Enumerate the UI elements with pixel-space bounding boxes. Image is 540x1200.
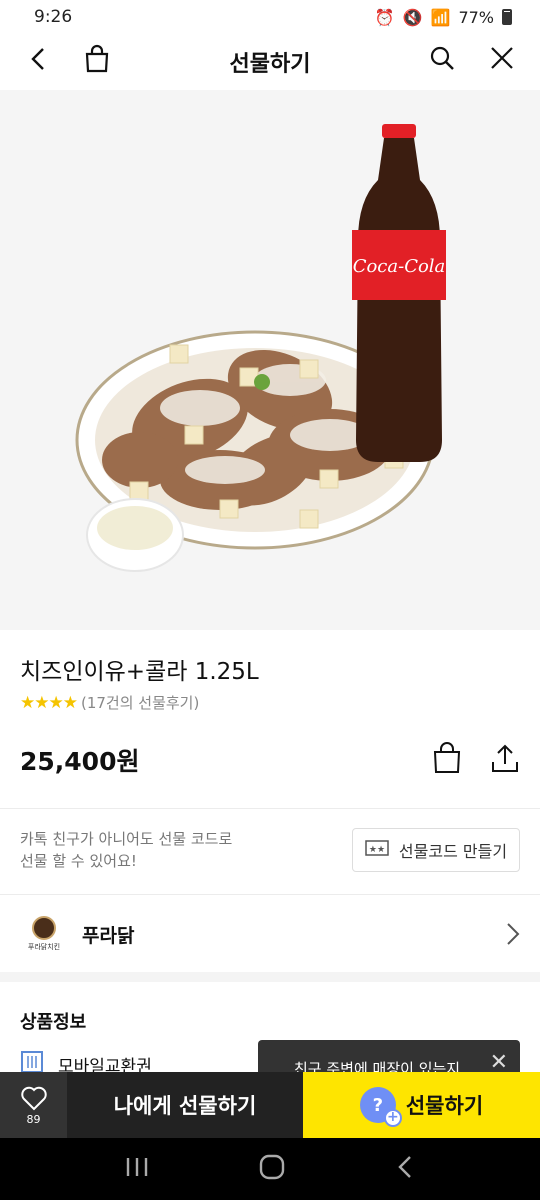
mute-icon: 🔇 [402, 7, 423, 27]
wifi-icon: 📶 [430, 7, 451, 27]
wishlist-button[interactable]: 89 [0, 1072, 67, 1138]
gift-label: 선물하기 [405, 1094, 484, 1118]
review-count: (17건의 선물후기) [80, 694, 200, 712]
product-name: 치즈인이유+콜라 1.25L [20, 659, 259, 685]
gift-code-description: 카톡 친구가 아니어도 선물 코드로 선물 할 수 있어요! [20, 828, 320, 872]
ticket-icon: ★★ [365, 840, 389, 860]
gift-code-desc-line2: 선물 할 수 있어요! [20, 852, 137, 870]
heart-icon [20, 1086, 47, 1110]
cart-icon[interactable] [432, 742, 462, 774]
status-bar: 9:26 ⏰ 🔇 📶 77% [0, 0, 540, 34]
back-nav-icon[interactable] [394, 1154, 416, 1184]
price-actions [432, 742, 520, 774]
close-icon[interactable] [488, 44, 516, 72]
brand-logo: 푸라닭치킨 [22, 912, 66, 956]
rating-row[interactable]: ★★★★ (17건의 선물후기) [20, 692, 199, 713]
brand-name: 푸라닭 [82, 924, 135, 947]
product-price: 25,400원 [20, 747, 140, 776]
gift-to-myself-button[interactable]: 나에게 선물하기 [67, 1072, 303, 1138]
gift-button[interactable]: ? + 선물하기 [303, 1072, 540, 1138]
product-info-title: 상품정보 [20, 1012, 87, 1033]
gift-to-myself-label: 나에게 선물하기 [113, 1094, 257, 1118]
battery-icon [502, 9, 512, 25]
status-time: 9:26 [34, 7, 73, 27]
svg-text:★★: ★★ [369, 845, 385, 855]
divider [0, 894, 540, 895]
chevron-right-icon [506, 922, 520, 950]
make-gift-code-button[interactable]: ★★ 선물코드 만들기 [352, 828, 520, 872]
brand-logo-text: 푸라닭치킨 [27, 943, 61, 951]
top-header: 선물하기 [0, 34, 540, 90]
product-image: Coca-Cola [0, 90, 540, 630]
make-gift-code-label: 선물코드 만들기 [398, 842, 508, 861]
wishlist-count: 89 [26, 1112, 41, 1126]
home-icon[interactable] [258, 1153, 286, 1185]
alarm-icon: ⏰ [374, 7, 395, 27]
status-icons: ⏰ 🔇 📶 77% [375, 8, 512, 27]
battery-percent: 77% [458, 7, 494, 27]
back-icon[interactable] [24, 44, 54, 74]
divider [0, 808, 540, 809]
brand-row[interactable]: 푸라닭치킨 푸라닭 [0, 896, 540, 972]
friend-add-icon: ? + [359, 1087, 402, 1127]
gift-code-desc-line1: 카톡 친구가 아니어도 선물 코드로 [20, 830, 233, 848]
share-icon[interactable] [490, 742, 520, 774]
search-icon[interactable] [428, 44, 456, 72]
bottle-label: Coca-Cola [353, 256, 446, 277]
rating-stars: ★★★★ [20, 692, 78, 713]
bottom-action-bar: 89 나에게 선물하기 ? + 선물하기 [0, 1072, 540, 1138]
section-divider [0, 972, 540, 982]
recent-apps-icon[interactable] [124, 1156, 150, 1182]
shopping-bag-icon[interactable] [82, 44, 112, 74]
system-navigation-bar [0, 1138, 540, 1200]
